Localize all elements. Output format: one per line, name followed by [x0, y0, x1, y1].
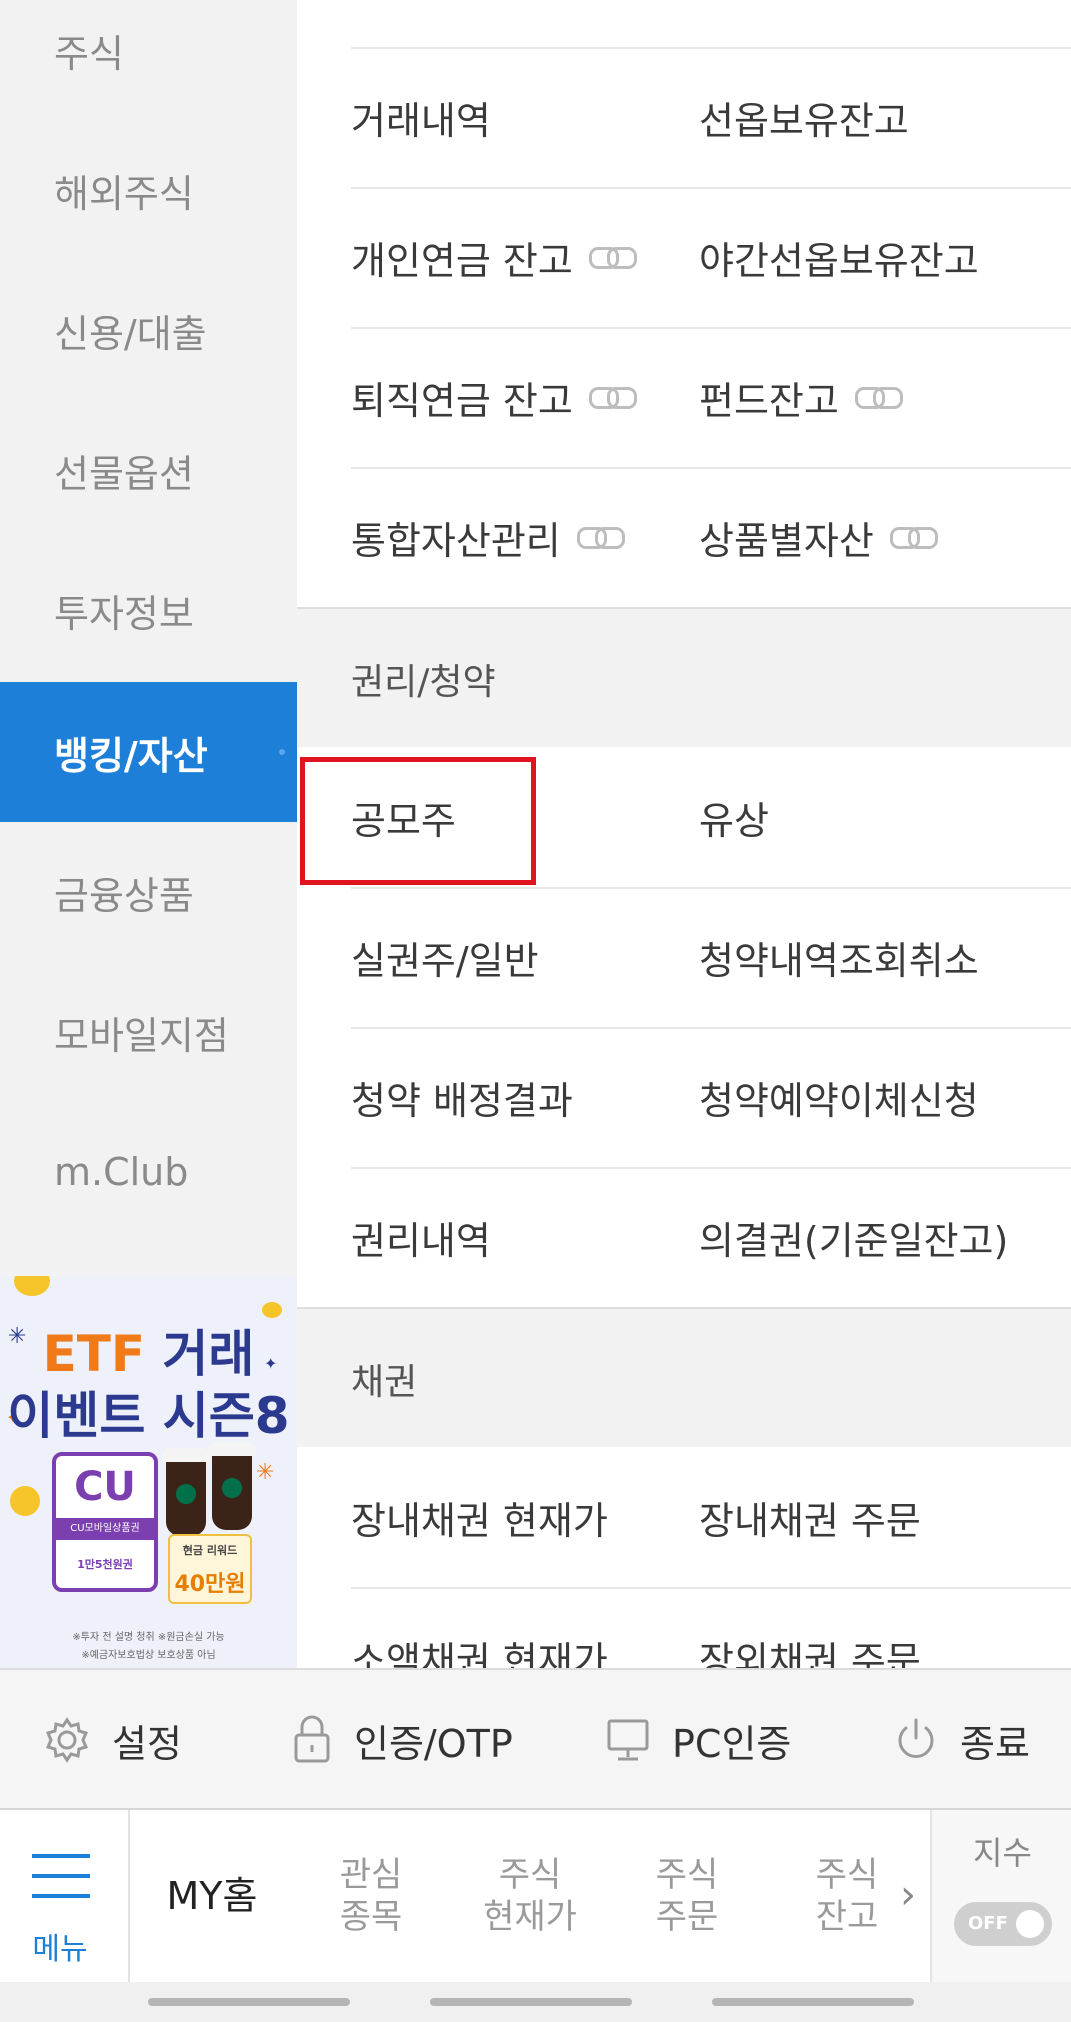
- banner-disclaimer: ※예금자보호법상 보호상품 아님: [81, 1650, 216, 1661]
- sidebar-item-financial-products[interactable]: 금융상품: [0, 822, 297, 962]
- menu-rights-offering[interactable]: 유상: [699, 747, 769, 887]
- section-header-rights-subscription: 권리/청약: [297, 607, 1071, 747]
- otp-button[interactable]: 인증/OTP: [292, 1670, 513, 1810]
- menu-transaction-history[interactable]: 거래내역: [351, 47, 491, 187]
- otp-label: 인증/OTP: [354, 1721, 513, 1766]
- gear-icon: [45, 1717, 89, 1763]
- menu-button[interactable]: 메뉴: [0, 1810, 130, 1982]
- banner-disclaimer: ※투자 전 설명 청취 ※원금손실 가능: [72, 1632, 225, 1643]
- menu-subscription-allocation-result[interactable]: 청약 배정결과: [351, 1027, 573, 1167]
- tab-watchlist[interactable]: 관심 종목: [306, 1810, 436, 1982]
- index-label: 지수: [973, 1834, 1032, 1872]
- exit-button[interactable]: 종료: [894, 1670, 1030, 1810]
- cu-card-amount: 1만5천원권: [77, 1558, 133, 1571]
- banner-subtitle: 이벤트 시즌8: [7, 1387, 290, 1445]
- menu-night-futures-options-balance[interactable]: 야간선옵보유잔고: [699, 187, 979, 327]
- reward-amount: 40만원: [174, 1572, 246, 1597]
- sidebar-item-label: 뱅킹/자산: [54, 733, 208, 778]
- sidebar-item-investment-info[interactable]: 투자정보: [0, 540, 297, 680]
- tab-stock-balance[interactable]: 주식 잔고: [784, 1810, 910, 1982]
- sidebar-item-banking-assets[interactable]: 뱅킹/자산: [0, 682, 297, 822]
- cu-card-subtitle: CU모바일상품권: [56, 1518, 154, 1540]
- coffee-cup-icon: [208, 1442, 256, 1530]
- settings-button[interactable]: 설정: [44, 1670, 182, 1810]
- sidebar-item-credit-loan[interactable]: 신용/대출: [0, 260, 297, 400]
- nav-handle[interactable]: [712, 1998, 914, 2006]
- menu-personal-pension-balance[interactable]: 개인연금 잔고: [351, 187, 637, 327]
- sidebar-item-label: 투자정보: [54, 591, 194, 636]
- link-icon: [588, 387, 637, 409]
- etf-event-banner[interactable]: ✳ ✦ ✳ ✦ ETF 거래 이벤트 시즌8 CU CU모바일상품권 1만5천원…: [0, 1276, 297, 1668]
- sidebar-item-label: 해외주식: [54, 171, 194, 216]
- reward-label: 현금 리워드: [182, 1544, 238, 1557]
- coffee-cup-icon: [162, 1448, 210, 1536]
- index-toggle[interactable]: OFF: [954, 1902, 1052, 1946]
- sparkle-icon: ✳: [256, 1460, 275, 1485]
- menu-fund-balance[interactable]: 펀드잔고: [699, 327, 903, 467]
- active-indicator: [279, 749, 285, 755]
- utility-bar: 설정 인증/OTP PC인증 종료: [0, 1668, 1071, 1808]
- menu-subscription-reserved-transfer[interactable]: 청약예약이체신청: [699, 1027, 979, 1167]
- nav-handle[interactable]: [148, 1998, 350, 2006]
- hamburger-icon-bar: [32, 1874, 90, 1878]
- sidebar-item-futures-options[interactable]: 선물옵션: [0, 400, 297, 540]
- sidebar-item-label: 주식: [54, 31, 124, 76]
- reward-badge: 현금 리워드 40만원: [168, 1534, 252, 1604]
- sidebar-item-mobile-branch[interactable]: 모바일지점: [0, 962, 297, 1102]
- settings-label: 설정: [112, 1721, 182, 1766]
- hamburger-icon-bar: [32, 1894, 90, 1898]
- tab-stock-price[interactable]: 주식 현재가: [466, 1810, 594, 1982]
- sidebar-item-label: 금융상품: [54, 873, 194, 918]
- sidebar-item-stocks[interactable]: 주식: [0, 0, 297, 120]
- menu-forfeited-shares-general[interactable]: 실권주/일반: [351, 887, 539, 1027]
- tab-stock-order[interactable]: 주식 주문: [624, 1810, 750, 1982]
- menu-assets-by-product[interactable]: 상품별자산: [699, 467, 938, 607]
- pc-auth-label: PC인증: [672, 1721, 792, 1766]
- sidebar-item-mclub[interactable]: m.Club: [0, 1102, 297, 1242]
- bottom-tab-bar: 메뉴 MY홈 관심 종목 주식 현재가 주식 주문 주식 잔고 › 지수 OFF: [0, 1808, 1071, 1982]
- menu-otc-bond-order[interactable]: 장외채권 주문: [699, 1587, 921, 1669]
- menu-subscription-history-cancel[interactable]: 청약내역조회취소: [699, 887, 979, 1027]
- nav-handle[interactable]: [430, 1998, 632, 2006]
- menu-listed-bond-price[interactable]: 장내채권 현재가: [351, 1447, 608, 1587]
- sidebar-item-label: m.Club: [54, 1150, 189, 1194]
- menu-retirement-pension-balance[interactable]: 퇴직연금 잔고: [351, 327, 637, 467]
- sidebar-item-label: 선물옵션: [54, 451, 194, 496]
- sidebar-item-label: 신용/대출: [54, 311, 207, 356]
- sidebar: 주식 해외주식 신용/대출 선물옵션 투자정보 뱅킹/자산 금융상품 모바일지점…: [0, 0, 297, 1668]
- link-icon: [889, 527, 938, 549]
- menu-listed-bond-order[interactable]: 장내채권 주문: [699, 1447, 921, 1587]
- link-icon: [588, 247, 637, 269]
- monitor-icon: [607, 1719, 649, 1761]
- sidebar-item-overseas-stocks[interactable]: 해외주식: [0, 120, 297, 260]
- link-icon: [854, 387, 903, 409]
- coin-decoration: [14, 1276, 50, 1296]
- section-header-bonds: 채권: [297, 1307, 1071, 1447]
- menu-futures-options-balance[interactable]: 선옵보유잔고: [699, 47, 909, 187]
- cu-gift-card: CU CU모바일상품권 1만5천원권: [52, 1452, 158, 1592]
- section-title: 권리/청약: [351, 662, 496, 703]
- sidebar-item-label: 모바일지점: [54, 1013, 229, 1058]
- index-panel: 지수 OFF: [930, 1810, 1071, 1982]
- menu-integrated-asset-management[interactable]: 통합자산관리: [351, 467, 625, 607]
- lock-icon: [294, 1715, 330, 1763]
- section-title: 채권: [351, 1362, 418, 1403]
- link-icon: [576, 527, 625, 549]
- pc-auth-button[interactable]: PC인증: [606, 1670, 791, 1810]
- toggle-knob: [1016, 1910, 1044, 1938]
- tab-my-home[interactable]: MY홈: [150, 1810, 274, 1982]
- power-icon: [898, 1718, 934, 1758]
- menu-label: 메뉴: [32, 1932, 88, 1967]
- coin-decoration: [10, 1486, 40, 1516]
- system-navigation-bar: [0, 1982, 1071, 2022]
- menu-small-bond-price[interactable]: 소액채권 현재가: [351, 1587, 608, 1669]
- chevron-right-icon[interactable]: ›: [900, 1872, 916, 1918]
- hamburger-icon: [32, 1854, 90, 1858]
- menu-voting-rights[interactable]: 의결권(기준일잔고): [699, 1167, 1008, 1307]
- cu-logo: CU: [74, 1464, 136, 1510]
- toggle-state-label: OFF: [968, 1913, 1008, 1934]
- highlight-box: [300, 757, 536, 885]
- exit-label: 종료: [960, 1721, 1030, 1766]
- menu-rights-history[interactable]: 권리내역: [351, 1167, 491, 1307]
